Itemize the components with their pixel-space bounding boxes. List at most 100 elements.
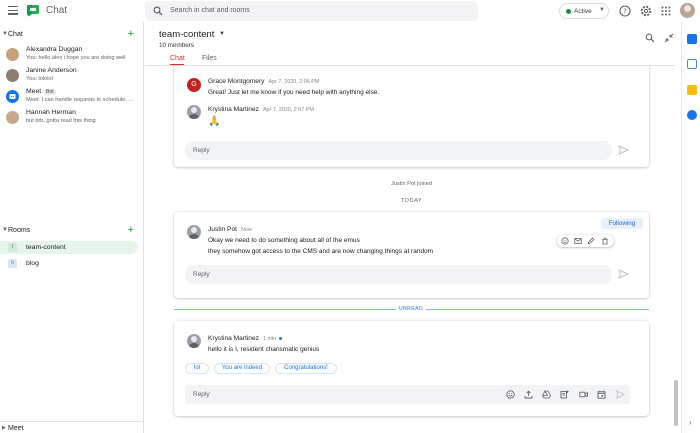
smart-reply-chip[interactable]: Congratulations! <box>275 363 337 374</box>
header-divider <box>145 65 675 66</box>
google-drive-icon[interactable] <box>542 390 551 399</box>
main-menu-icon[interactable] <box>8 6 18 15</box>
svg-text:?: ? <box>623 8 627 16</box>
active-status-dot <box>566 8 571 14</box>
pop-out-icon[interactable] <box>664 33 674 43</box>
emoji-icon[interactable] <box>506 390 515 399</box>
author-name: Krystina Martinez <box>208 106 259 113</box>
timestamp: Apr 7, 2020, 2:07 PM <box>262 107 314 113</box>
reply-placeholder: Reply <box>193 146 210 154</box>
following-button[interactable]: Following <box>601 218 643 229</box>
reply-placeholder: Reply <box>193 390 210 398</box>
message-text: hello it is I, resident charismatic geni… <box>208 346 320 353</box>
message-text: Great! Just let me know if you need help… <box>208 89 380 96</box>
delete-trash-icon[interactable] <box>601 237 609 245</box>
top-bar: Chat Search in chat and rooms Active ▼ ? <box>0 0 700 22</box>
avatar <box>187 105 201 119</box>
expand-triangle-icon[interactable]: ▶ <box>2 425 6 431</box>
help-icon[interactable]: ? <box>619 5 631 17</box>
thread-card: Justin Pot Now Following Okay we need to … <box>174 212 649 298</box>
search-icon[interactable] <box>645 33 655 43</box>
tab-files-overlay[interactable]: Files <box>202 55 217 62</box>
room-item-team-content[interactable]: t team-content <box>0 241 138 254</box>
room-item-blog[interactable]: b blog <box>0 257 138 270</box>
add-doc-icon[interactable] <box>560 390 569 399</box>
reply-input[interactable]: Reply <box>185 141 612 160</box>
room-name: team-content <box>26 243 66 251</box>
chat-section-header[interactable]: ▼ Chat + <box>0 28 144 41</box>
start-chat-plus-icon[interactable]: + <box>128 28 134 40</box>
meet-bot-icon <box>9 94 16 99</box>
calendar-icon[interactable] <box>597 390 606 399</box>
add-reaction-icon[interactable] <box>561 237 569 245</box>
room-icon: t <box>8 243 17 252</box>
keep-app-icon[interactable] <box>687 59 697 69</box>
room-title[interactable]: team-content <box>159 29 214 40</box>
meet-bot-avatar <box>6 90 19 103</box>
reply-input[interactable]: Reply <box>185 265 612 284</box>
status-dropdown[interactable]: Active ▼ <box>559 3 609 19</box>
side-panel-divider <box>681 22 682 433</box>
dm-item-alexandra[interactable]: Alexandra Duggan You: hello alex i hope … <box>0 45 143 65</box>
keep-notes-icon[interactable] <box>687 85 697 95</box>
chevron-down-icon: ▼ <box>599 7 605 13</box>
message-text: Okay we need to do something about all o… <box>208 237 360 244</box>
send-icon[interactable] <box>618 269 629 279</box>
scroll-clip-mask <box>145 48 674 65</box>
chevron-down-icon[interactable]: ▼ <box>219 31 225 37</box>
meet-section-header[interactable]: ▶ Meet <box>0 421 144 433</box>
search-input[interactable]: Search in chat and rooms <box>170 7 250 14</box>
left-navigation: ▼ Chat + Alexandra Duggan You: hello ale… <box>0 22 144 433</box>
dm-preview: but brb, gotta read this thing <box>26 118 96 124</box>
app-title: Chat <box>46 5 68 16</box>
timestamp: Apr 7, 2020, 2:06 PM <box>268 79 320 85</box>
scrollbar[interactable] <box>674 380 678 426</box>
apps-grid-icon[interactable] <box>660 5 672 17</box>
avatar <box>6 111 19 124</box>
rooms-section-header[interactable]: ▼ Rooms + <box>0 224 144 237</box>
search-icon[interactable] <box>153 6 163 16</box>
dm-item-meet-bot[interactable]: Meet Bot Meet: I can handle requests to s… <box>0 87 143 107</box>
message-text: they somehow got access to the CMS and a… <box>208 248 434 255</box>
member-count-overlay[interactable]: 10 members <box>159 42 194 49</box>
avatar <box>6 48 19 61</box>
chevron-right-icon[interactable]: › <box>689 418 692 427</box>
system-message: Justin Pot joined <box>390 181 433 187</box>
timestamp: 1 min <box>262 336 277 342</box>
calendar-app-icon[interactable] <box>687 34 697 44</box>
dm-name: Janine Anderson <box>26 67 77 74</box>
reply-input[interactable]: Reply <box>185 385 630 404</box>
author-name: Justin Pot <box>208 226 237 233</box>
avatar <box>187 334 201 348</box>
message-header: Justin Pot Now <box>208 226 252 233</box>
dm-name: Meet <box>26 88 42 95</box>
rooms-section-label: Rooms <box>8 227 31 234</box>
reply-placeholder: Reply <box>193 270 210 278</box>
author-name: Grace Montgomery <box>208 78 265 85</box>
search-bar[interactable]: Search in chat and rooms <box>145 1 478 21</box>
video-meeting-icon[interactable] <box>579 390 588 399</box>
add-room-plus-icon[interactable]: + <box>128 224 134 236</box>
gear-icon[interactable] <box>640 5 652 17</box>
send-icon[interactable] <box>618 145 629 155</box>
unread-label: UNREAD <box>396 306 426 312</box>
dm-item-hannah[interactable]: Hannah Herman but brb, gotta read this t… <box>0 108 143 128</box>
smart-reply-chip[interactable]: lol <box>185 363 209 374</box>
meet-section-label: Meet <box>8 424 24 432</box>
forward-to-inbox-icon[interactable] <box>574 237 582 245</box>
thread-card: Krystina Martinez 1 min hello it is I, re… <box>174 321 649 416</box>
dm-preview: You: hello alex i hope you are doing wel… <box>26 55 126 61</box>
tasks-app-icon[interactable] <box>687 110 697 120</box>
room-icon: b <box>8 259 17 268</box>
dm-item-janine[interactable]: Janine Anderson You: lololol <box>0 66 143 86</box>
send-icon[interactable] <box>616 390 625 399</box>
tab-chat-overlay[interactable]: Chat <box>170 55 185 62</box>
account-avatar[interactable] <box>680 3 695 18</box>
timestamp: Now <box>240 227 252 233</box>
upload-icon[interactable] <box>524 390 533 399</box>
smart-reply-chip[interactable]: You are indeed <box>214 363 270 374</box>
online-indicator <box>279 336 283 340</box>
room-name: blog <box>26 259 39 267</box>
chat-section-label: Chat <box>8 31 23 38</box>
edit-pencil-icon[interactable] <box>587 237 595 245</box>
